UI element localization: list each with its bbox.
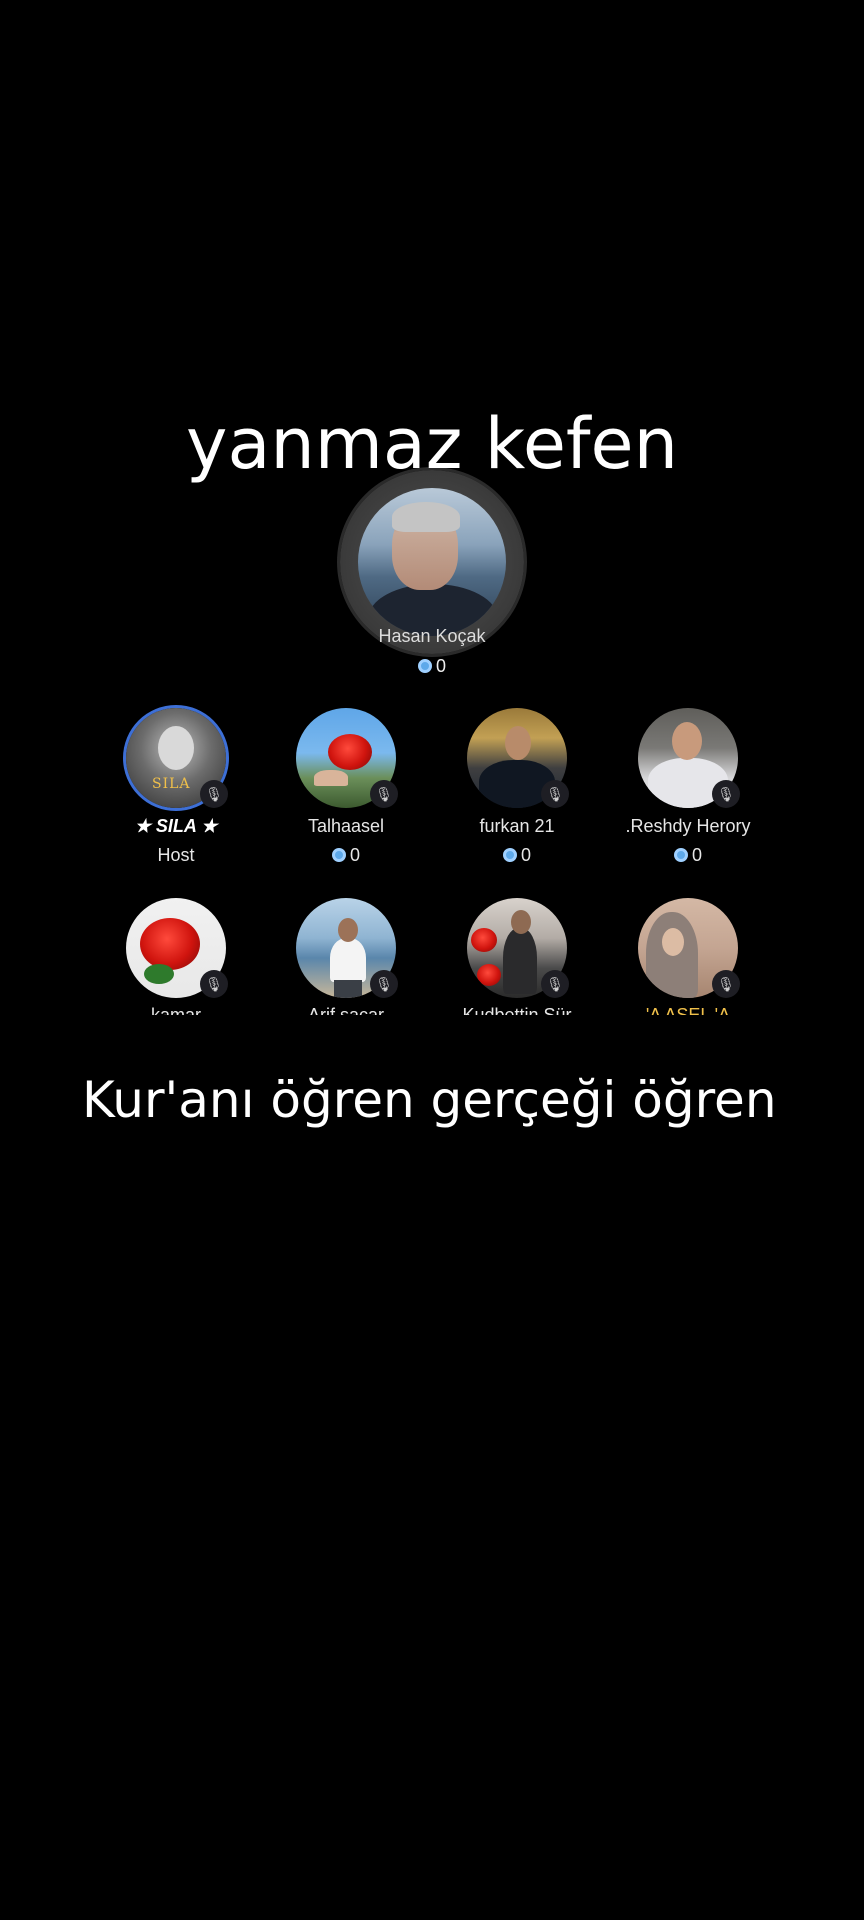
coin-icon (417, 659, 432, 673)
hand-image (314, 770, 348, 786)
seat-kudbettin[interactable]: 🎙 Kudbettin Sür (447, 898, 587, 1015)
person-head (338, 918, 358, 942)
rose-image-left (471, 928, 497, 952)
person-head (511, 910, 531, 934)
seat-name: ★ SILA ★ (134, 816, 218, 836)
person-body (330, 938, 366, 982)
seat-count: 0 (520, 845, 531, 865)
coin-icon (502, 848, 517, 862)
seat-name: kamar (106, 1006, 246, 1015)
person-face (662, 928, 684, 956)
avatar-head (158, 726, 194, 770)
seat-stat: 0 (276, 845, 416, 866)
seat-stat: 0 (447, 845, 587, 866)
seat-furkan[interactable]: 🎙 furkan 21 0 (447, 708, 587, 866)
seat-name: Kudbettin Sür (447, 1006, 587, 1015)
seat-name: Talhaasel (307, 816, 385, 836)
seat-stat: 0 (618, 845, 758, 866)
speaker-stat: 0 (0, 656, 864, 677)
mic-off-icon: 🎙 (712, 970, 740, 998)
person-legs (334, 980, 362, 998)
seat-name: furkan 21 (479, 816, 555, 836)
seat-count: 0 (691, 845, 702, 865)
rose-image (328, 734, 372, 770)
rose-image (140, 918, 200, 970)
seat-arif[interactable]: 🎙 Arif sacar (276, 898, 416, 1015)
mic-off-icon: 🎙 (712, 780, 740, 808)
mic-off-icon: 🎙 (370, 970, 398, 998)
mic-off-icon: 🎙 (541, 780, 569, 808)
seat-talhaasel[interactable]: 🎙 Talhaasel 0 (276, 708, 416, 866)
seat-asel[interactable]: 🎙 'A ASEL 'A (618, 898, 758, 1015)
overlay-title: yanmaz kefen (186, 403, 678, 485)
mic-off-icon: 🎙 (200, 970, 228, 998)
person-head (505, 726, 531, 760)
mic-off-icon: 🎙 (200, 780, 228, 808)
person-body (503, 928, 537, 994)
seat-sila[interactable]: SILA 🎙 ★ SILA ★ Host (106, 708, 246, 866)
speaker-photo (358, 488, 506, 636)
mic-off-icon: 🎙 (370, 780, 398, 808)
speaker-photo-hair (392, 502, 460, 532)
seat-reshdy[interactable]: 🎙 .Reshdy Herory 0 (618, 708, 758, 866)
mic-off-icon: 🎙 (541, 970, 569, 998)
rose-image-bottom (477, 964, 501, 986)
leaf-image (144, 964, 174, 984)
coin-icon (331, 848, 346, 862)
person-head (672, 722, 702, 760)
speaker-count: 0 (435, 656, 446, 676)
coin-icon (673, 848, 688, 862)
sila-badge: SILA (152, 776, 191, 792)
overlay-bottom-text: Kur'anı öğren gerçeği öğren (82, 1071, 777, 1129)
seat-count: 0 (349, 845, 360, 865)
seat-name: Arif sacar (276, 1006, 416, 1015)
speaker-name: Hasan Koçak (378, 626, 486, 646)
seat-kamar[interactable]: 🎙 kamar (106, 898, 246, 1015)
seat-name: .Reshdy Herory (625, 816, 751, 836)
seat-role: Host (157, 845, 195, 865)
seat-name: 'A ASEL 'A (618, 1006, 758, 1015)
